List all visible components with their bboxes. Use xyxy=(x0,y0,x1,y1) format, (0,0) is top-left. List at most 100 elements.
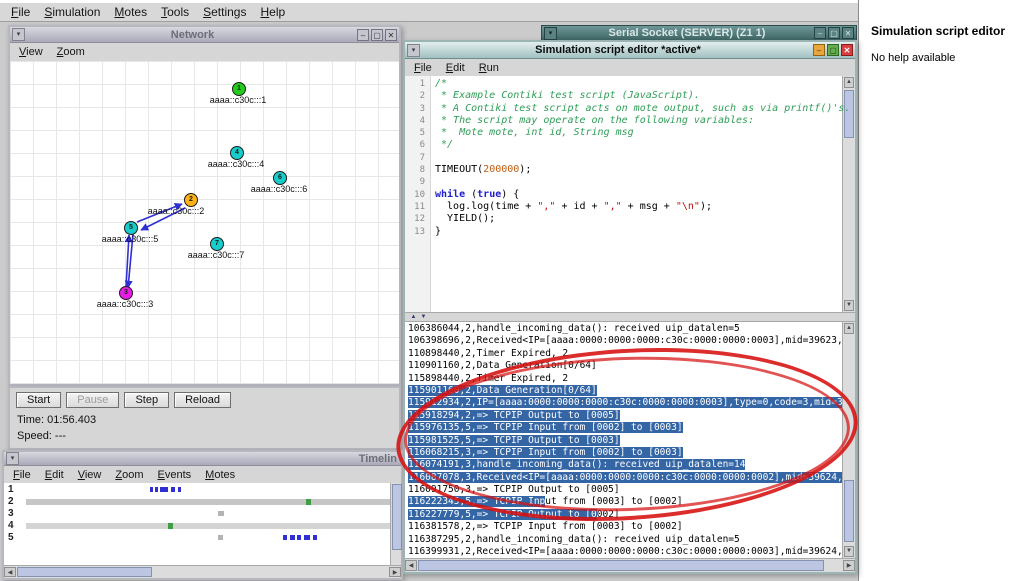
close-icon[interactable]: ✕ xyxy=(842,27,854,39)
menu-item-file[interactable]: File xyxy=(4,4,37,20)
network-canvas[interactable]: 1aaaa::c30c:::14aaaa::c30c:::46aaaa::c30… xyxy=(10,61,399,384)
code-line-9[interactable]: 9 xyxy=(405,176,842,188)
code-line-4[interactable]: 4 * The script may operate on the follow… xyxy=(405,115,842,127)
scroll-down-icon[interactable]: ▼ xyxy=(844,546,854,557)
menu-item-run[interactable]: Run xyxy=(472,61,506,75)
mote-node-4[interactable]: 4 xyxy=(230,146,244,160)
log-line-10[interactable]: 116068215,3,=> TCPIP Input from [0002] t… xyxy=(405,447,842,459)
minimize-icon[interactable]: – xyxy=(357,29,369,41)
menu-item-file[interactable]: File xyxy=(6,468,38,482)
scrollbar-thumb[interactable] xyxy=(17,567,152,577)
timeline-rows[interactable]: 12345 xyxy=(4,483,401,565)
scroll-up-icon[interactable]: ▲ xyxy=(844,77,854,88)
timeline-horizontal-scrollbar[interactable]: ◀ ▶ xyxy=(4,565,401,578)
log-line-6[interactable]: 115912934,2,IP=[aaaa:0000:0000:0000:c30c… xyxy=(405,397,842,409)
editor-horizontal-scrollbar[interactable]: ◀ ▶ xyxy=(405,558,855,572)
log-line-13[interactable]: 116091750,3,=> TCPIP Output to [0005] xyxy=(405,484,842,496)
menu-item-edit[interactable]: Edit xyxy=(439,61,472,75)
menu-item-view[interactable]: View xyxy=(71,468,109,482)
menu-item-settings[interactable]: Settings xyxy=(196,4,253,20)
log-line-7[interactable]: 115918294,2,=> TCPIP Output to [0005] xyxy=(405,410,842,422)
code-editor[interactable]: 1/*2 * Example Contiki test script (Java… xyxy=(405,76,855,312)
log-line-8[interactable]: 115976135,5,=> TCPIP Input from [0002] t… xyxy=(405,422,842,434)
code-line-2[interactable]: 2 * Example Contiki test script (JavaScr… xyxy=(405,90,842,102)
reload-button[interactable]: Reload xyxy=(174,392,231,408)
scroll-left-icon[interactable]: ◀ xyxy=(405,560,417,571)
mote-node-7[interactable]: 7 xyxy=(210,237,224,251)
log-line-5[interactable]: 115901160,2,Data Generation[0/64] xyxy=(405,385,842,397)
code-line-10[interactable]: 10while (true) { xyxy=(405,189,842,201)
log-line-3[interactable]: 110901160,2,Data Generation[0/64] xyxy=(405,360,842,372)
code-line-8[interactable]: 8TIMEOUT(200000); xyxy=(405,164,842,176)
script-log-output[interactable]: 106386044,2,handle_incoming_data(): rece… xyxy=(405,322,855,558)
log-line-15[interactable]: 116227779,5,=> TCPIP Output to [0002] xyxy=(405,509,842,521)
network-titlebar[interactable]: ▾ Network – ▢ ✕ xyxy=(10,27,399,43)
maximize-icon[interactable]: ▢ xyxy=(828,27,840,39)
log-line-0[interactable]: 106386044,2,handle_incoming_data(): rece… xyxy=(405,323,842,335)
divider-collapse-up-icon[interactable]: ▲ xyxy=(409,313,418,321)
mote-node-6[interactable]: 6 xyxy=(273,171,287,185)
timeline-titlebar[interactable]: ▾ Timelin xyxy=(4,452,401,466)
window-menu-icon[interactable]: ▾ xyxy=(12,28,25,41)
close-icon[interactable]: ✕ xyxy=(841,44,853,56)
log-line-14[interactable]: 116222345,5,=> TCPIP Input from [0003] t… xyxy=(405,496,842,508)
menu-item-motes[interactable]: Motes xyxy=(107,4,154,20)
minimize-icon[interactable]: – xyxy=(813,44,825,56)
code-line-12[interactable]: 12 YIELD(); xyxy=(405,213,842,225)
code-line-7[interactable]: 7 xyxy=(405,152,842,164)
script-editor-titlebar[interactable]: ▾ Simulation script editor *active* – ▢ … xyxy=(405,42,855,59)
window-menu-icon[interactable]: ▾ xyxy=(544,27,557,40)
code-line-11[interactable]: 11 log.log(time + "," + id + "," + msg +… xyxy=(405,201,842,213)
menu-item-file[interactable]: File xyxy=(407,61,439,75)
log-line-2[interactable]: 110898440,2,Timer Expired, 2 xyxy=(405,348,842,360)
code-line-1[interactable]: 1/* xyxy=(405,78,842,90)
menu-item-tools[interactable]: Tools xyxy=(154,4,196,20)
maximize-icon[interactable]: ▢ xyxy=(371,29,383,41)
menu-item-zoom[interactable]: Zoom xyxy=(108,468,150,482)
scrollbar-thumb[interactable] xyxy=(392,484,402,550)
mote-node-1[interactable]: 1 xyxy=(232,82,246,96)
close-icon[interactable]: ✕ xyxy=(385,29,397,41)
log-line-17[interactable]: 116387295,2,handle_incoming_data(): rece… xyxy=(405,534,842,546)
scroll-right-icon[interactable]: ▶ xyxy=(389,567,401,577)
start-button[interactable]: Start xyxy=(16,392,61,408)
log-line-9[interactable]: 115981525,5,=> TCPIP Output to [0003] xyxy=(405,435,842,447)
mote-node-3[interactable]: 3 xyxy=(119,286,133,300)
window-menu-icon[interactable]: ▾ xyxy=(407,44,420,57)
mote-node-2[interactable]: 2 xyxy=(184,193,198,207)
minimize-icon[interactable]: – xyxy=(814,27,826,39)
split-pane-divider[interactable]: ▲ ▼ xyxy=(405,312,855,322)
menu-item-simulation[interactable]: Simulation xyxy=(37,4,107,20)
menu-item-motes[interactable]: Motes xyxy=(198,468,242,482)
menu-item-events[interactable]: Events xyxy=(151,468,199,482)
mote-node-5[interactable]: 5 xyxy=(124,221,138,235)
timeline-vertical-scrollbar[interactable] xyxy=(390,483,401,565)
serial-socket-titlebar[interactable]: ▾ Serial Socket (SERVER) (Z1 1) – ▢ ✕ xyxy=(541,25,857,41)
menu-item-view[interactable]: View xyxy=(12,45,50,59)
code-line-13[interactable]: 13} xyxy=(405,226,842,238)
scrollbar-thumb[interactable] xyxy=(844,480,854,542)
code-line-5[interactable]: 5 * Mote mote, int id, String msg xyxy=(405,127,842,139)
window-menu-icon[interactable]: ▾ xyxy=(6,452,19,465)
log-line-16[interactable]: 116381578,2,=> TCPIP Input from [0003] t… xyxy=(405,521,842,533)
log-line-11[interactable]: 116074191,3,handle_incoming_data(): rece… xyxy=(405,459,842,471)
menu-item-help[interactable]: Help xyxy=(253,4,292,20)
menu-item-zoom[interactable]: Zoom xyxy=(50,45,92,59)
divider-collapse-down-icon[interactable]: ▼ xyxy=(419,313,428,321)
scroll-down-icon[interactable]: ▼ xyxy=(844,300,854,311)
code-line-6[interactable]: 6 */ xyxy=(405,139,842,151)
log-line-12[interactable]: 116087078,3,Received<IP=[aaaa:0000:0000:… xyxy=(405,472,842,484)
scrollbar-thumb[interactable] xyxy=(418,560,824,571)
menu-item-edit[interactable]: Edit xyxy=(38,468,71,482)
scroll-left-icon[interactable]: ◀ xyxy=(4,567,16,577)
log-vertical-scrollbar[interactable]: ▲ ▼ xyxy=(842,322,855,558)
pause-button[interactable]: Pause xyxy=(66,392,119,408)
step-button[interactable]: Step xyxy=(124,392,169,408)
log-line-4[interactable]: 115898440,2,Timer Expired, 2 xyxy=(405,373,842,385)
log-line-1[interactable]: 106398696,2,Received<IP=[aaaa:0000:0000:… xyxy=(405,335,842,347)
code-line-3[interactable]: 3 * A Contiki test script acts on mote o… xyxy=(405,103,842,115)
maximize-icon[interactable]: ▢ xyxy=(827,44,839,56)
scroll-right-icon[interactable]: ▶ xyxy=(843,560,855,571)
scroll-up-icon[interactable]: ▲ xyxy=(844,323,854,334)
log-line-18[interactable]: 116399931,2,Received<IP=[aaaa:0000:0000:… xyxy=(405,546,842,558)
